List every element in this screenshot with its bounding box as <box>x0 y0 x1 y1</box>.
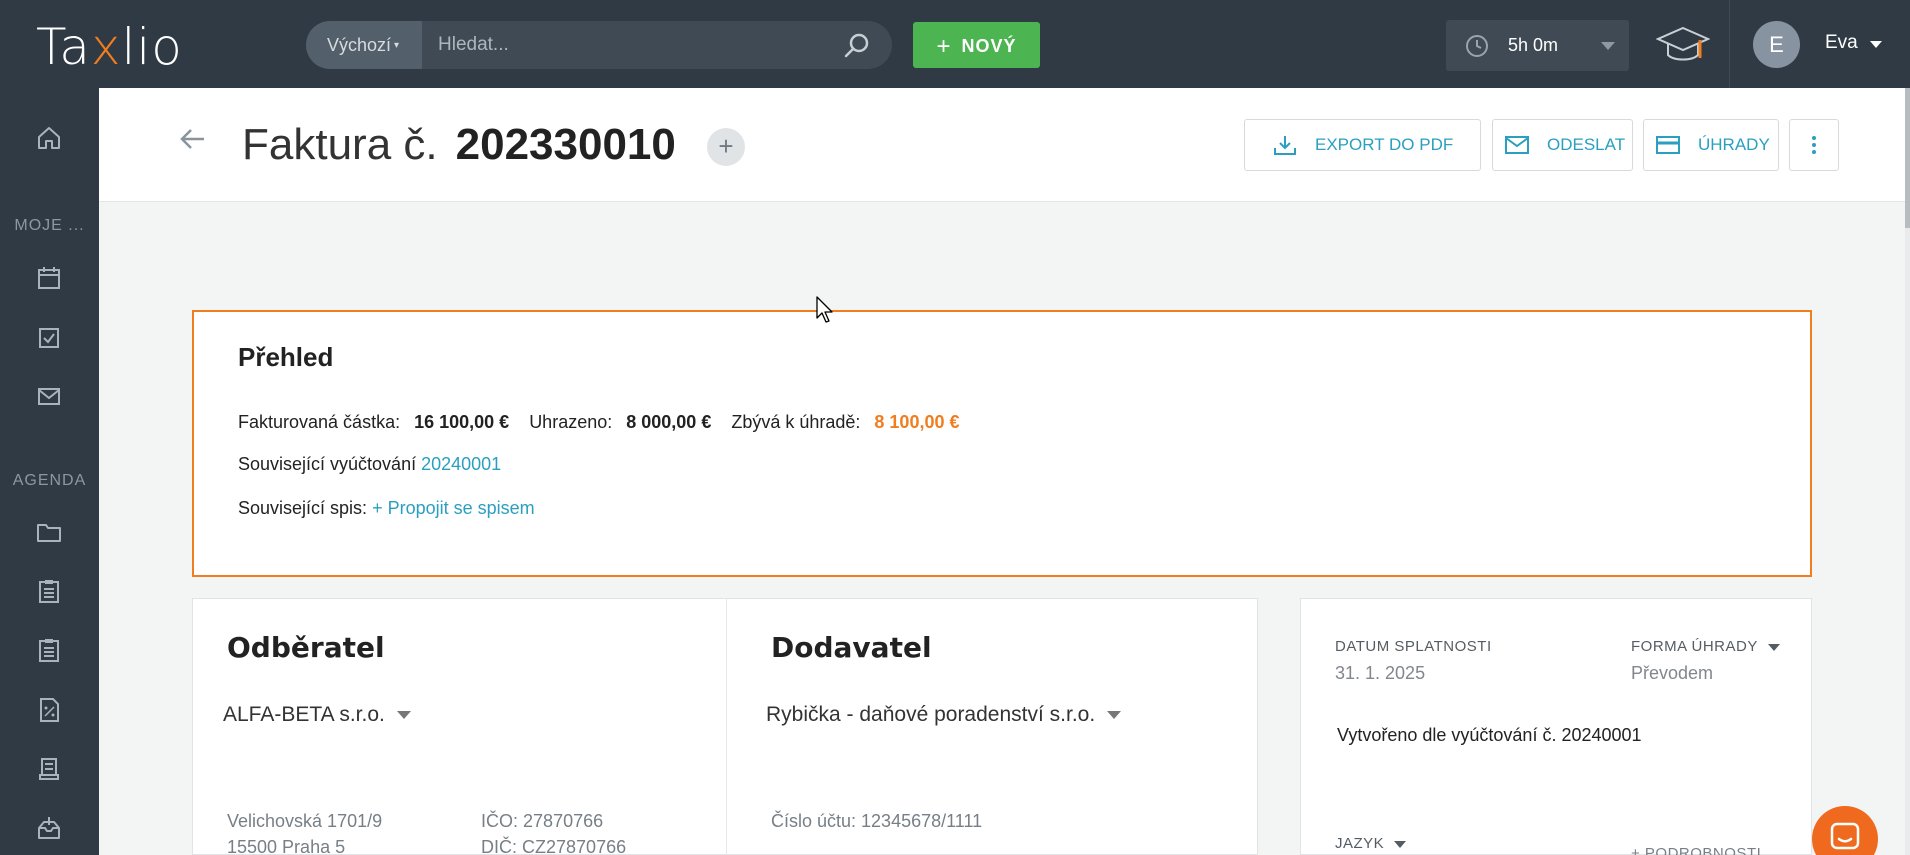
inbox-icon[interactable] <box>35 814 63 842</box>
divider <box>726 599 727 855</box>
mouse-cursor-icon <box>816 296 833 323</box>
payment-method-label[interactable]: FORMA ÚHRADY <box>1631 638 1780 655</box>
page-header: Faktura č. 202330010 + EXPORT DO PDF ODES… <box>99 88 1905 202</box>
overview-heading: Přehled <box>238 342 334 372</box>
search-scope-dropdown[interactable]: Výchozí ▾ <box>306 21 422 69</box>
timer-value: 5h 0m <box>1508 35 1559 55</box>
global-search: Výchozí ▾ Hledat... <box>306 21 892 69</box>
add-button[interactable]: + <box>707 128 745 166</box>
parties-card: Odběratel ALFA-BETA s.r.o. Velichovská 1… <box>192 598 1258 855</box>
mail-icon[interactable] <box>35 382 63 410</box>
language-label[interactable]: JAZYK <box>1335 835 1407 852</box>
invoiced-amount: 16 100,00 € <box>414 412 510 432</box>
remaining-amount: 8 100,00 € <box>874 412 960 432</box>
page-title: Faktura č. 202330010 <box>242 120 676 169</box>
more-details-link[interactable]: + PODROBNOSTI <box>1631 845 1761 855</box>
scrollbar-thumb[interactable] <box>1905 88 1910 228</box>
sidebar-section-mine: MOJE ... <box>14 217 85 234</box>
search-icon[interactable] <box>844 32 870 58</box>
more-options-button[interactable] <box>1789 119 1839 171</box>
billing-link[interactable]: 20240001 <box>421 454 501 474</box>
customer-street: Velichovská 1701/9 <box>227 811 383 831</box>
amounts-row: Fakturovaná částka: 16 100,00 € Uhrazeno: 8… <box>238 412 960 432</box>
folder-icon[interactable] <box>35 518 63 546</box>
chevron-down-icon <box>1107 711 1122 720</box>
supplier-heading: Dodavatel <box>771 631 932 664</box>
top-bar: Taxlio Výchozí ▾ Hledat... + NOVÝ 5h 0m E … <box>0 0 1910 88</box>
chat-icon <box>1830 822 1860 850</box>
calendar-icon[interactable] <box>35 264 63 292</box>
receipt-icon[interactable] <box>35 755 63 783</box>
related-billing-row: Související vyúčtování 20240001 <box>238 454 502 474</box>
home-icon[interactable] <box>35 124 63 152</box>
more-vertical-icon <box>1812 136 1816 154</box>
search-input[interactable]: Hledat... <box>422 21 822 69</box>
due-date-label: DATUM SPLATNOSTI <box>1335 638 1492 655</box>
customer-dic: DIČ: CZ27870766 <box>481 837 627 855</box>
app-logo[interactable]: Taxlio <box>36 18 183 76</box>
task-check-icon[interactable] <box>35 323 63 351</box>
chat-button[interactable] <box>1812 806 1878 855</box>
link-file-button[interactable]: + Propojit se spisem <box>372 498 535 518</box>
customer-ico: IČO: 27870766 <box>481 811 604 831</box>
time-tracker[interactable]: 5h 0m <box>1446 20 1629 71</box>
chevron-down-icon[interactable] <box>1601 42 1615 50</box>
supplier-account: Číslo účtu: 12345678/1111 <box>771 811 983 831</box>
invoice-number: 202330010 <box>455 120 676 169</box>
chevron-down-icon <box>1767 643 1780 651</box>
avatar[interactable]: E <box>1753 21 1800 68</box>
graduation-cap-icon[interactable] <box>1656 22 1710 68</box>
sidebar-section-agenda: AGENDA <box>12 472 87 489</box>
paid-amount: 8 000,00 € <box>626 412 712 432</box>
percent-document-icon[interactable] <box>35 696 63 724</box>
invoice-details-card: DATUM SPLATNOSTI 31. 1. 2025 FORMA ÚHRAD… <box>1300 598 1812 855</box>
due-date-value[interactable]: 31. 1. 2025 <box>1335 663 1425 684</box>
clock-history-icon <box>1466 35 1488 57</box>
chevron-down-icon: ▾ <box>394 40 400 52</box>
back-arrow-icon[interactable] <box>178 126 206 152</box>
send-button[interactable]: ODESLAT <box>1492 119 1633 171</box>
created-from-note: Vytvořeno dle vyúčtování č. 20240001 <box>1337 725 1642 745</box>
overview-card: Přehled Fakturovaná částka: 16 100,00 € Uh… <box>192 310 1812 577</box>
chevron-down-icon <box>1394 840 1407 848</box>
related-file-row: Související spis: + Propojit se spisem <box>238 498 535 518</box>
chevron-down-icon <box>396 711 411 720</box>
payments-button[interactable]: ÚHRADY <box>1643 119 1779 171</box>
customer-select[interactable]: ALFA-BETA s.r.o. <box>223 703 411 727</box>
clipboard-icon[interactable] <box>35 636 63 664</box>
divider <box>1729 0 1730 88</box>
export-pdf-button[interactable]: EXPORT DO PDF <box>1244 119 1481 171</box>
download-icon <box>1274 136 1296 155</box>
new-button[interactable]: + NOVÝ <box>913 22 1040 68</box>
user-name[interactable]: Eva <box>1825 32 1858 54</box>
sidebar: MOJE ... AGENDA <box>0 88 99 855</box>
credit-card-icon <box>1656 136 1680 154</box>
clipboard-icon[interactable] <box>35 577 63 605</box>
payment-method-value[interactable]: Převodem <box>1631 663 1713 684</box>
supplier-select[interactable]: Rybička - daňové poradenství s.r.o. <box>766 703 1122 727</box>
customer-city: 15500 Praha 5 <box>227 837 346 855</box>
chevron-down-icon[interactable] <box>1870 41 1882 48</box>
customer-heading: Odběratel <box>227 631 385 664</box>
mail-icon <box>1505 136 1529 154</box>
plus-icon: + <box>936 33 952 60</box>
